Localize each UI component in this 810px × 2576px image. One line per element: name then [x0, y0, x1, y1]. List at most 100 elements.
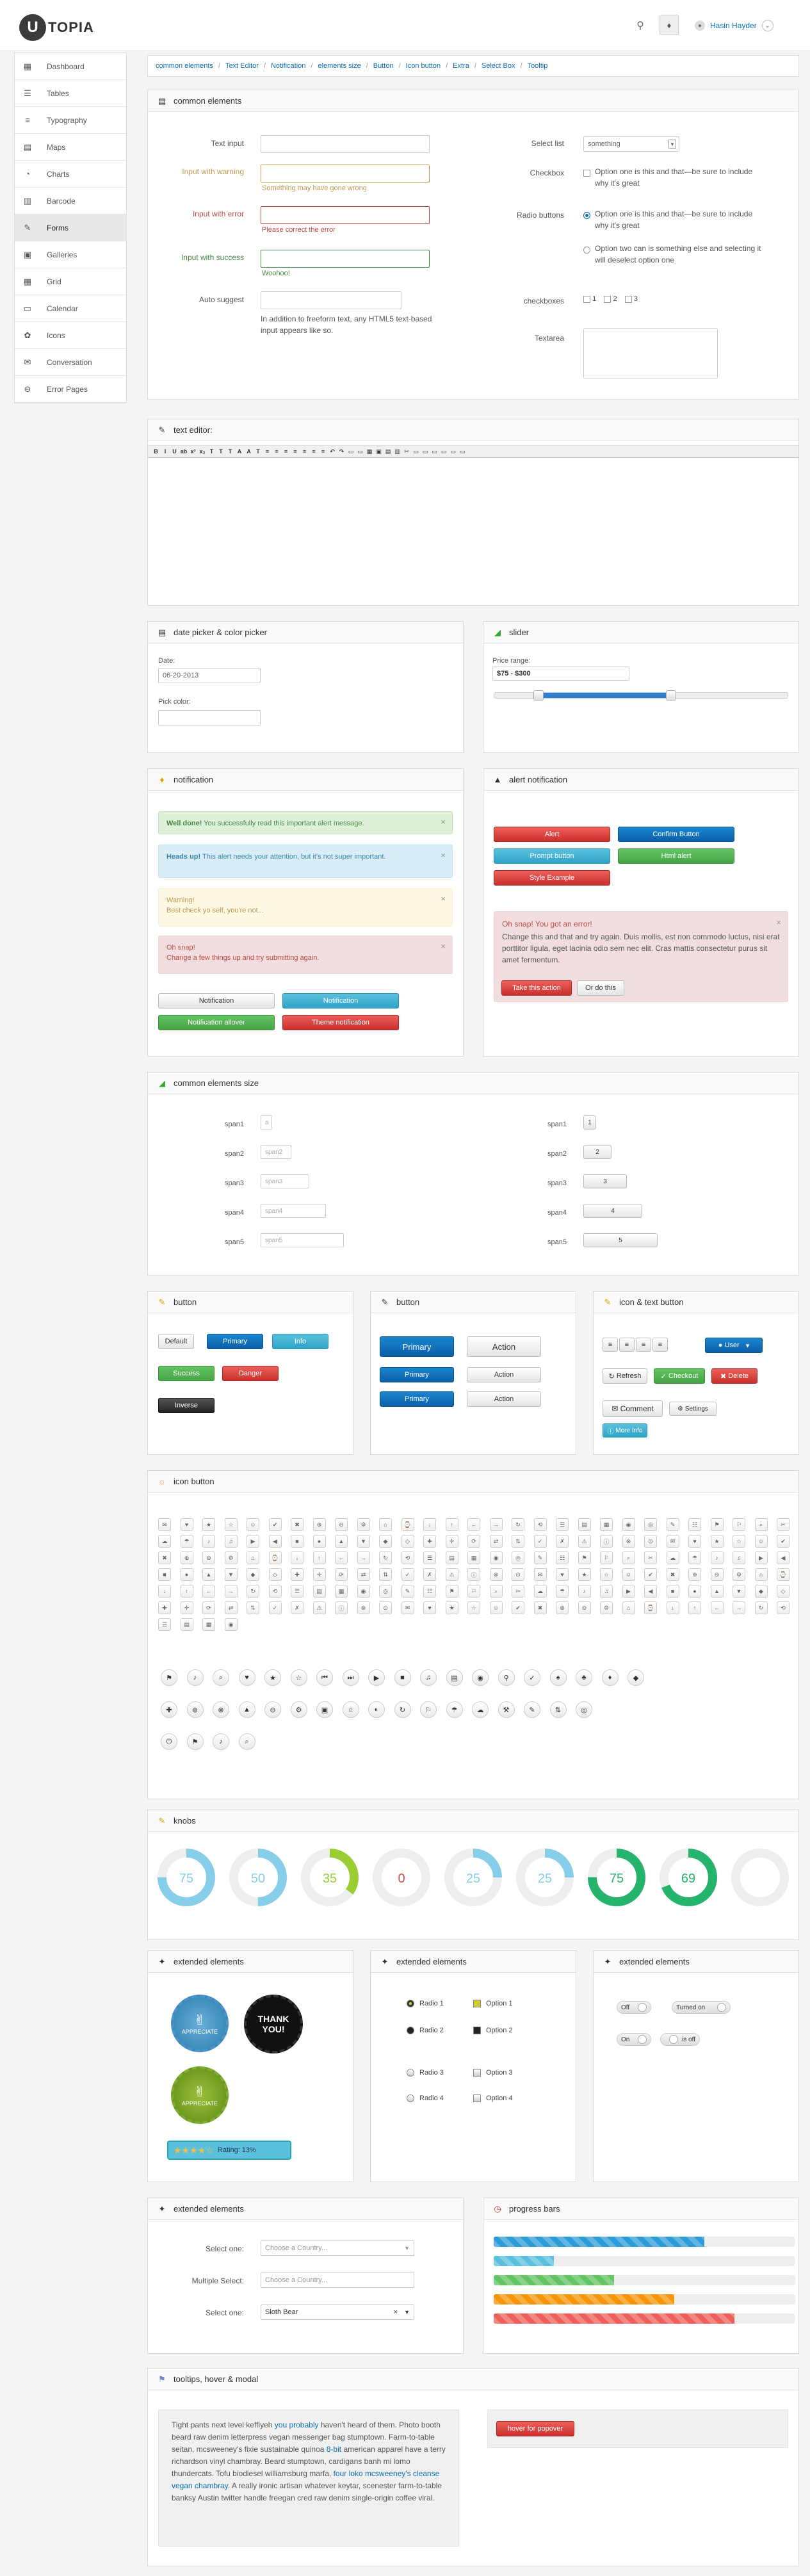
- superscript-icon[interactable]: x²: [189, 447, 197, 456]
- glyph-icon[interactable]: ▶: [754, 1551, 768, 1564]
- glyph-icon[interactable]: ⚑: [578, 1551, 591, 1564]
- round-glyph-icon[interactable]: ◐: [368, 1701, 385, 1718]
- glyph-icon[interactable]: ▦: [335, 1585, 348, 1598]
- sidebar-item-conversation[interactable]: ✉ Conversation: [15, 349, 126, 376]
- round-glyph-icon[interactable]: ⚙: [290, 1701, 307, 1718]
- glyph-icon[interactable]: ✚: [291, 1568, 304, 1581]
- knob[interactable]: 75: [156, 1847, 217, 1908]
- radio-option-one[interactable]: [583, 212, 590, 219]
- round-glyph-icon[interactable]: ☆: [290, 1669, 307, 1686]
- glyph-icon[interactable]: ✓: [401, 1568, 414, 1581]
- glyph-icon[interactable]: ✖: [666, 1568, 679, 1581]
- size-input-3[interactable]: span3: [261, 1174, 309, 1188]
- glyph-icon[interactable]: ▦: [600, 1518, 613, 1531]
- multiple-select[interactable]: Choose a Country...: [261, 2272, 414, 2288]
- glyph-icon[interactable]: ✔: [512, 1601, 524, 1614]
- breadcrumb-link[interactable]: Notification: [271, 62, 305, 70]
- glyph-icon[interactable]: ⚐: [733, 1518, 745, 1531]
- glyph-icon[interactable]: ↓: [666, 1601, 679, 1614]
- glyph-icon[interactable]: ↻: [379, 1551, 392, 1564]
- round-glyph-icon[interactable]: ☁: [472, 1701, 489, 1718]
- glyph-icon[interactable]: ✂: [644, 1551, 657, 1564]
- glyph-icon[interactable]: ◆: [754, 1585, 768, 1598]
- glyph-icon[interactable]: ★: [445, 1601, 458, 1614]
- user-dropdown-button[interactable]: ● User ▾: [705, 1338, 763, 1353]
- notification-info-button[interactable]: Notification: [282, 993, 399, 1009]
- styled-checkbox-3[interactable]: Option 3: [473, 2069, 513, 2077]
- success-button[interactable]: Success: [158, 1366, 215, 1381]
- size-input-4[interactable]: span4: [261, 1204, 326, 1218]
- sidebar-item-galleries[interactable]: ▣ Galleries: [15, 241, 126, 268]
- glyph-icon[interactable]: ✔: [644, 1568, 657, 1581]
- glyph-icon[interactable]: ◉: [224, 1618, 238, 1631]
- glyph-icon[interactable]: ↓: [291, 1551, 304, 1564]
- glyph-icon[interactable]: ↑: [312, 1551, 326, 1564]
- glyph-icon[interactable]: ☆: [224, 1518, 238, 1531]
- cut-icon[interactable]: ✂: [403, 447, 411, 456]
- auto-suggest-input[interactable]: [261, 291, 401, 309]
- close-icon[interactable]: ×: [441, 894, 446, 904]
- align-left-icon[interactable]: ≡: [300, 447, 309, 456]
- round-glyph-icon[interactable]: ♪: [186, 1669, 204, 1686]
- glyph-icon[interactable]: ↻: [247, 1585, 259, 1598]
- bold-icon[interactable]: B: [152, 447, 160, 456]
- styled-radio-4[interactable]: Radio 4: [407, 2094, 444, 2102]
- glyph-icon[interactable]: ⊗: [357, 1601, 370, 1614]
- round-glyph-icon[interactable]: ♦: [601, 1669, 619, 1686]
- rating-widget[interactable]: ★★★★☆ Rating: 13%: [167, 2141, 291, 2160]
- clear-format-icon[interactable]: T: [254, 447, 263, 456]
- glyph-icon[interactable]: ▼: [733, 1585, 745, 1598]
- glyph-icon[interactable]: ▤: [445, 1551, 458, 1564]
- comment-button[interactable]: ✉ Comment: [603, 1400, 663, 1417]
- glyph-icon[interactable]: ♫: [733, 1551, 745, 1564]
- glyph-icon[interactable]: ▶: [622, 1585, 635, 1598]
- highlight-icon[interactable]: A: [245, 447, 253, 456]
- paste-icon[interactable]: ▭: [421, 447, 430, 456]
- breadcrumb-link[interactable]: Extra: [453, 62, 469, 70]
- glyph-icon[interactable]: ⊙: [512, 1568, 524, 1581]
- heading-icon[interactable]: T: [226, 447, 234, 456]
- glyph-icon[interactable]: ♥: [180, 1518, 193, 1531]
- source-icon[interactable]: ▭: [458, 447, 467, 456]
- print-icon[interactable]: ▭: [449, 447, 457, 456]
- glyph-icon[interactable]: ☂: [688, 1551, 701, 1564]
- glyph-icon[interactable]: ⌂: [754, 1568, 768, 1581]
- notification-button[interactable]: Notification: [158, 993, 275, 1009]
- glyph-icon[interactable]: ←: [202, 1585, 215, 1598]
- select-list[interactable]: something ▼: [583, 136, 679, 152]
- textarea[interactable]: [583, 328, 718, 378]
- glyph-icon[interactable]: ⊖: [202, 1551, 215, 1564]
- glyph-icon[interactable]: ☷: [556, 1551, 569, 1564]
- sidebar-item-grid[interactable]: ▦ Grid: [15, 268, 126, 295]
- refresh-button[interactable]: ↻ Refresh: [603, 1368, 647, 1384]
- round-glyph-icon[interactable]: ♫: [420, 1669, 437, 1686]
- glyph-icon[interactable]: ⚐: [467, 1585, 480, 1598]
- round-glyph-icon[interactable]: ⌕: [213, 1669, 229, 1686]
- strikethrough-icon[interactable]: ab: [180, 447, 188, 456]
- round-glyph-icon[interactable]: ⚑: [186, 1733, 204, 1750]
- round-glyph-icon[interactable]: ▲: [238, 1701, 255, 1718]
- tooltip-link[interactable]: you probably: [275, 2420, 319, 2429]
- glyph-icon[interactable]: ⊖: [710, 1568, 724, 1581]
- knob[interactable]: 50: [227, 1847, 289, 1908]
- glyph-icon[interactable]: ▤: [578, 1518, 591, 1531]
- size-input-1[interactable]: a: [261, 1115, 272, 1130]
- round-glyph-icon[interactable]: ▶: [368, 1669, 385, 1686]
- small-action-button[interactable]: Action: [467, 1391, 541, 1407]
- styled-radio-1[interactable]: Radio 1: [407, 2000, 444, 2007]
- glyph-icon[interactable]: ↑: [445, 1518, 458, 1531]
- primary-button[interactable]: Primary: [207, 1334, 263, 1349]
- glyph-icon[interactable]: ⊗: [622, 1535, 635, 1548]
- knob[interactable]: 25: [514, 1847, 576, 1908]
- round-glyph-icon[interactable]: ⌂: [342, 1701, 359, 1718]
- glyph-icon[interactable]: ☰: [423, 1551, 436, 1564]
- indent-icon[interactable]: ≡: [282, 447, 290, 456]
- glyph-icon[interactable]: ☷: [423, 1585, 436, 1598]
- action-button[interactable]: Action: [467, 1367, 541, 1382]
- glyph-icon[interactable]: ✗: [556, 1535, 569, 1548]
- glyph-icon[interactable]: ■: [158, 1568, 171, 1581]
- delete-button[interactable]: ✖ Delete: [711, 1368, 757, 1384]
- glyph-icon[interactable]: ✛: [180, 1601, 193, 1614]
- knob[interactable]: 0: [371, 1847, 432, 1908]
- glyph-icon[interactable]: ☁: [666, 1551, 679, 1564]
